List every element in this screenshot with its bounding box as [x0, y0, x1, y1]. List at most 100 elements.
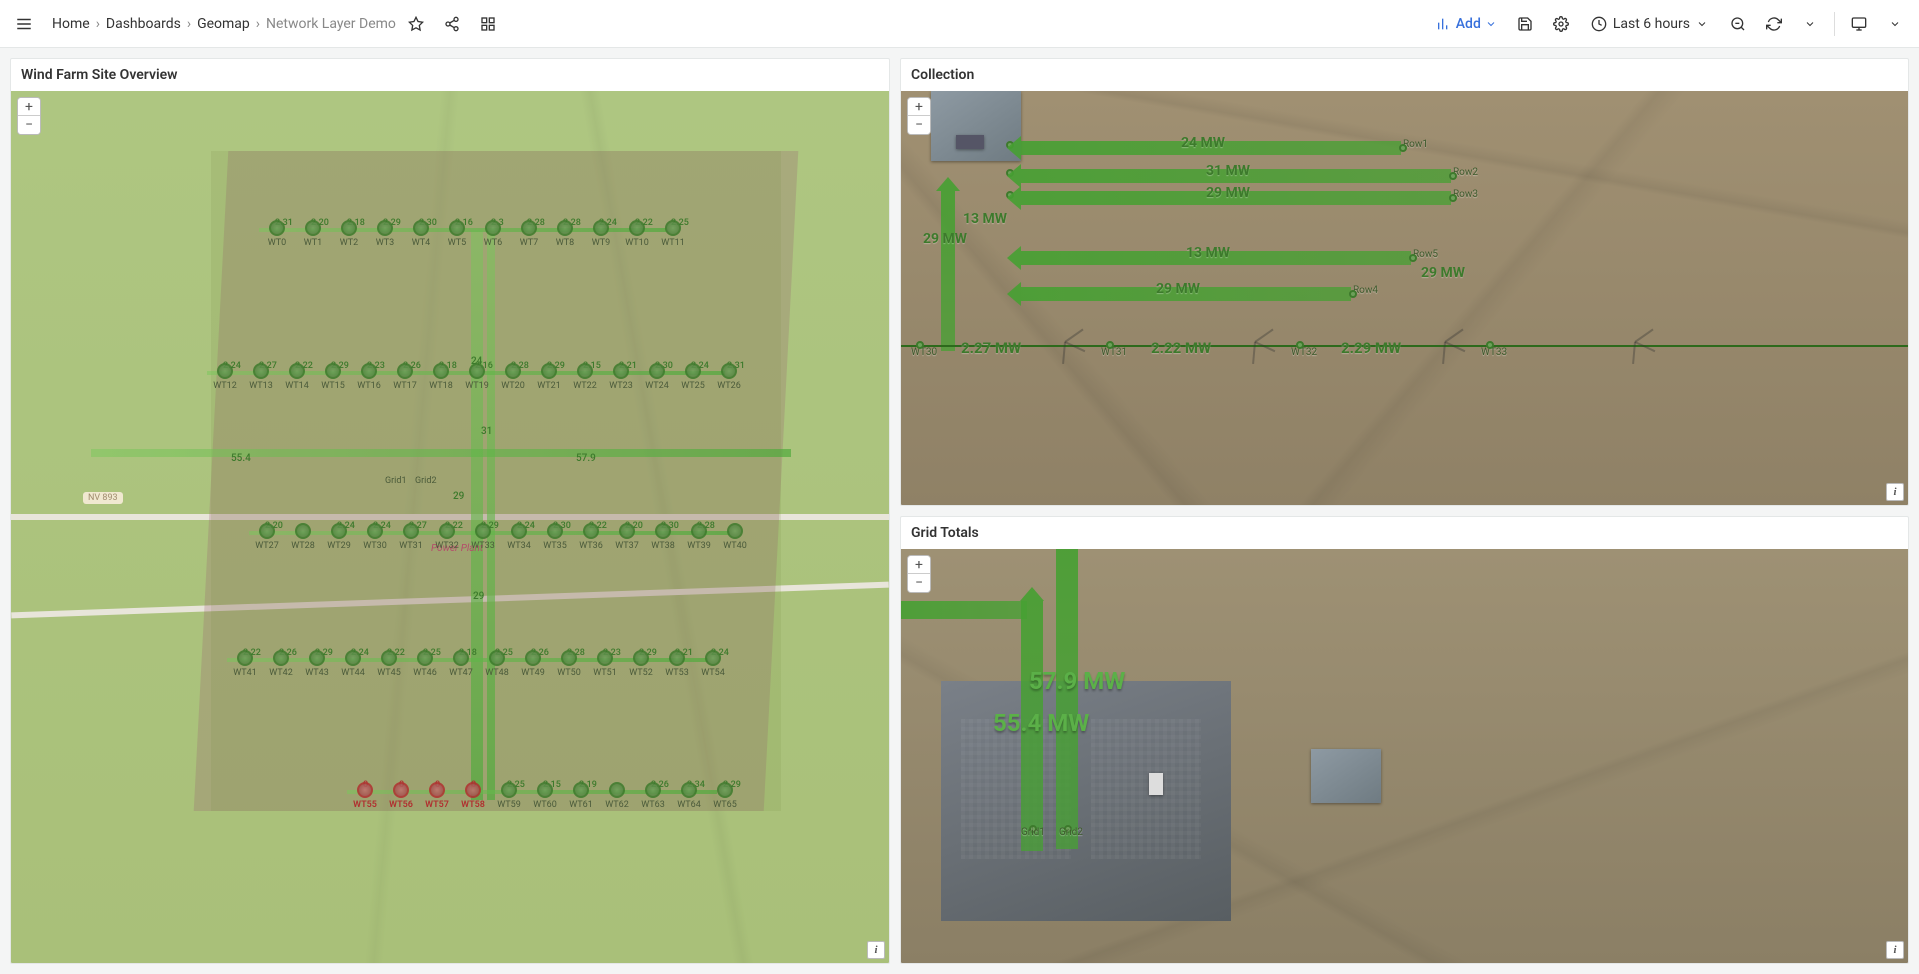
- refresh-button[interactable]: [1758, 8, 1790, 40]
- turbine[interactable]: 2.26WT49: [515, 650, 551, 678]
- turbine[interactable]: 2.29WT43: [299, 650, 335, 678]
- turbine[interactable]: WT40: [717, 523, 753, 551]
- turbine[interactable]: 2.24WT25: [675, 363, 711, 391]
- turbine[interactable]: 2.26WT42: [263, 650, 299, 678]
- settings-button[interactable]: [1545, 8, 1577, 40]
- turbine[interactable]: 2.30WT24: [639, 363, 675, 391]
- turbine[interactable]: 2.22WT32: [429, 523, 465, 551]
- turbine[interactable]: 0WT55: [347, 782, 383, 810]
- turbine[interactable]: 2.3WT6: [475, 220, 511, 248]
- turbine[interactable]: 2.24WT12: [207, 363, 243, 391]
- favorite-button[interactable]: [400, 8, 432, 40]
- turbine[interactable]: 2.28WT50: [551, 650, 587, 678]
- zoom-in-button[interactable]: +: [908, 556, 930, 574]
- turbine[interactable]: 2.22WT10: [619, 220, 655, 248]
- turbine[interactable]: 2.30WT35: [537, 523, 573, 551]
- zoom-out-button[interactable]: −: [908, 574, 930, 592]
- turbine[interactable]: 2.29WT33: [465, 523, 501, 551]
- turbine[interactable]: 2.18WT18: [423, 363, 459, 391]
- turbine[interactable]: 2.18WT47: [443, 650, 479, 678]
- turbine[interactable]: 2.25WT46: [407, 650, 443, 678]
- turbine[interactable]: 2.16WT19: [459, 363, 495, 391]
- turbine[interactable]: 2.30WT4: [403, 220, 439, 248]
- turbine[interactable]: 2.22WT36: [573, 523, 609, 551]
- attribution-button[interactable]: i: [867, 941, 885, 959]
- zoom-out-time-button[interactable]: [1722, 8, 1754, 40]
- turbine[interactable]: 2.23WT16: [351, 363, 387, 391]
- panel-title[interactable]: Grid Totals: [901, 517, 1908, 549]
- turbine[interactable]: 2.21WT23: [603, 363, 639, 391]
- turbine[interactable]: 2.20WT37: [609, 523, 645, 551]
- attribution-button[interactable]: i: [1886, 483, 1904, 501]
- menu-button[interactable]: [8, 8, 40, 40]
- turbine[interactable]: 2.29WT3: [367, 220, 403, 248]
- turbine[interactable]: 2.16WT5: [439, 220, 475, 248]
- turbine[interactable]: 0WT56: [383, 782, 419, 810]
- apps-button[interactable]: [472, 8, 504, 40]
- turbine[interactable]: 0WT58: [455, 782, 491, 810]
- turbine[interactable]: 2.25WT11: [655, 220, 691, 248]
- zoom-in-button[interactable]: +: [18, 98, 40, 116]
- turbine[interactable]: 2.24WT34: [501, 523, 537, 551]
- turbine[interactable]: 2.29WT65: [707, 782, 743, 810]
- turbine[interactable]: 2.21WT53: [659, 650, 695, 678]
- zoom-in-button[interactable]: +: [908, 98, 930, 116]
- kiosk-button[interactable]: [1843, 8, 1875, 40]
- turbine[interactable]: 2.30WT38: [645, 523, 681, 551]
- turbine-row: 2.22WT412.26WT422.29WT432.24WT442.22WT45…: [227, 650, 745, 678]
- turbine[interactable]: 0WT57: [419, 782, 455, 810]
- turbine[interactable]: WT28: [285, 523, 321, 551]
- breadcrumb-home[interactable]: Home: [52, 16, 90, 32]
- turbine[interactable]: 2.22WT41: [227, 650, 263, 678]
- turbine[interactable]: 2.29WT15: [315, 363, 351, 391]
- share-button[interactable]: [436, 8, 468, 40]
- turbine[interactable]: 2.28WT20: [495, 363, 531, 391]
- turbine[interactable]: 2.28WT7: [511, 220, 547, 248]
- turbine[interactable]: 2.28WT39: [681, 523, 717, 551]
- map-overview[interactable]: + − NV 893 55.4 57.9 24 31 29 29: [11, 91, 889, 963]
- turbine[interactable]: 2.26WT63: [635, 782, 671, 810]
- map-collection[interactable]: +− 24 MWRow131 MWRow229 MWRow313 MWRow52…: [901, 91, 1908, 505]
- refresh-interval-button[interactable]: [1794, 8, 1826, 40]
- save-button[interactable]: [1509, 8, 1541, 40]
- turbine[interactable]: 2.20WT27: [249, 523, 285, 551]
- breadcrumb-geomap[interactable]: Geomap: [197, 16, 250, 32]
- turbine[interactable]: 2.22WT14: [279, 363, 315, 391]
- turbine[interactable]: 2.24WT29: [321, 523, 357, 551]
- turbine[interactable]: 2.18WT2: [331, 220, 367, 248]
- turbine[interactable]: 2.27WT31: [393, 523, 429, 551]
- turbine[interactable]: 2.31WT0: [259, 220, 295, 248]
- turbine[interactable]: 2.31WT26: [711, 363, 747, 391]
- breadcrumb-dashboards[interactable]: Dashboards: [106, 16, 181, 32]
- turbine[interactable]: 2.28WT8: [547, 220, 583, 248]
- turbine[interactable]: 2.20WT1: [295, 220, 331, 248]
- turbine[interactable]: 2.25WT48: [479, 650, 515, 678]
- turbine[interactable]: 2.26WT17: [387, 363, 423, 391]
- turbine[interactable]: 2.15WT60: [527, 782, 563, 810]
- turbine[interactable]: 2.24WT44: [335, 650, 371, 678]
- turbine[interactable]: WT62: [599, 782, 635, 810]
- turbine[interactable]: 2.24WT9: [583, 220, 619, 248]
- turbine[interactable]: 2.27WT13: [243, 363, 279, 391]
- turbine[interactable]: 2.15WT22: [567, 363, 603, 391]
- more-button[interactable]: [1879, 8, 1911, 40]
- zoom-out-button[interactable]: −: [908, 116, 930, 134]
- turbine[interactable]: 2.22WT45: [371, 650, 407, 678]
- zoom-out-button[interactable]: −: [18, 116, 40, 134]
- attribution-button[interactable]: i: [1886, 941, 1904, 959]
- map-totals[interactable]: +− 57.9 MW 55.4 MW Grid1 Grid2 i: [901, 549, 1908, 963]
- flow-value: 31 MW: [1206, 163, 1250, 179]
- breadcrumb: Home› Dashboards› Geomap› Network Layer …: [52, 16, 396, 32]
- turbine[interactable]: 2.29WT21: [531, 363, 567, 391]
- turbine[interactable]: 2.25WT59: [491, 782, 527, 810]
- turbine[interactable]: 2.34WT64: [671, 782, 707, 810]
- panel-title[interactable]: Wind Farm Site Overview: [11, 59, 889, 91]
- turbine[interactable]: 2.19WT61: [563, 782, 599, 810]
- turbine[interactable]: 2.23WT51: [587, 650, 623, 678]
- panel-title[interactable]: Collection: [901, 59, 1908, 91]
- turbine[interactable]: 2.29WT52: [623, 650, 659, 678]
- turbine[interactable]: 2.24WT54: [695, 650, 731, 678]
- time-picker[interactable]: Last 6 hours: [1581, 12, 1718, 36]
- add-button[interactable]: Add: [1428, 12, 1505, 36]
- turbine[interactable]: 2.24WT30: [357, 523, 393, 551]
